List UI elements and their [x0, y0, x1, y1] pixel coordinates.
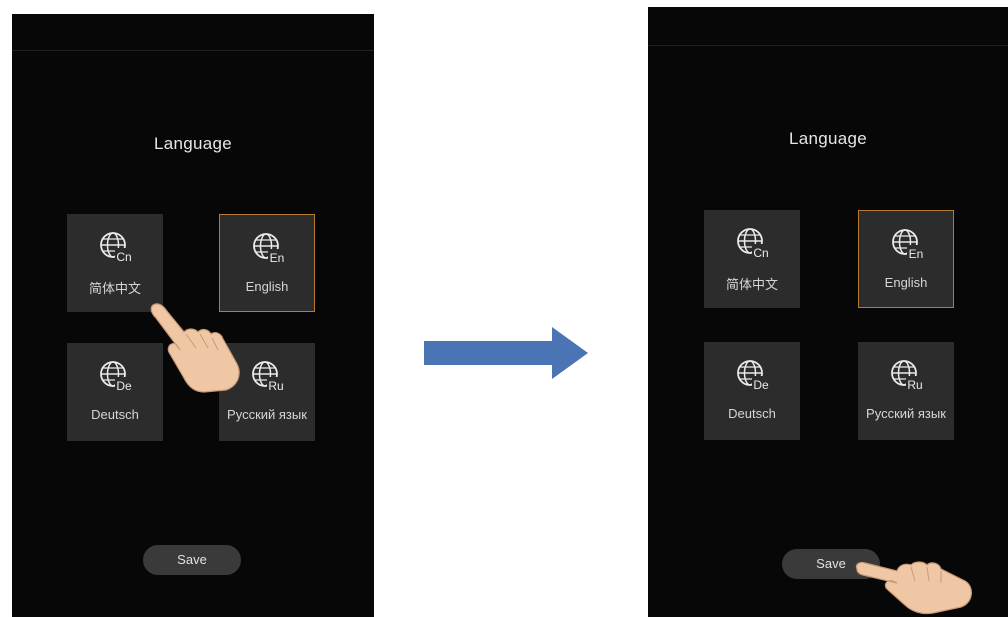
status-bar-divider [12, 50, 374, 51]
language-label: Deutsch [91, 407, 139, 422]
svg-text:Ru: Ru [268, 379, 283, 393]
language-label: 简体中文 [725, 277, 778, 292]
page-title: Language [788, 129, 868, 148]
svg-text:Cn: Cn [753, 246, 768, 260]
globe-icon: Ru [891, 360, 924, 392]
svg-text:Ru: Ru [907, 378, 922, 392]
svg-text:Cn: Cn [116, 250, 131, 264]
globe-icon: De [100, 361, 133, 393]
language-label: Русский язык [227, 407, 307, 422]
globe-icon: Cn [100, 232, 133, 264]
status-bar-divider [648, 45, 1008, 46]
globe-icon: En [253, 233, 286, 265]
language-label: Русский язык [866, 406, 946, 421]
svg-text:De: De [753, 378, 769, 392]
language-tile-russian[interactable]: Ru Русский язык [858, 342, 954, 440]
page-title: Language [153, 134, 233, 153]
language-screen-after: Language Cn 简体中文 En English De Deutsch R… [648, 7, 1008, 617]
language-label: English [245, 279, 289, 294]
globe-icon: Cn [737, 228, 770, 260]
svg-text:De: De [116, 379, 132, 393]
language-tile-chinese[interactable]: Cn 简体中文 [704, 210, 800, 308]
pointing-hand-icon [150, 303, 240, 393]
language-label: English [884, 275, 928, 290]
right-arrow-icon [424, 327, 588, 379]
svg-text:En: En [270, 251, 285, 265]
language-screen-before: Language Cn 简体中文 En English De Deutsch R… [12, 14, 374, 617]
save-button[interactable]: Save [143, 545, 241, 575]
svg-text:En: En [909, 247, 924, 261]
language-tile-german[interactable]: De Deutsch [704, 342, 800, 440]
language-tile-english[interactable]: En English [858, 210, 954, 308]
globe-icon: En [892, 229, 925, 261]
pointing-hand-icon [855, 561, 972, 615]
globe-icon: Ru [252, 361, 285, 393]
language-label: Deutsch [728, 406, 776, 421]
globe-icon: De [737, 360, 770, 392]
